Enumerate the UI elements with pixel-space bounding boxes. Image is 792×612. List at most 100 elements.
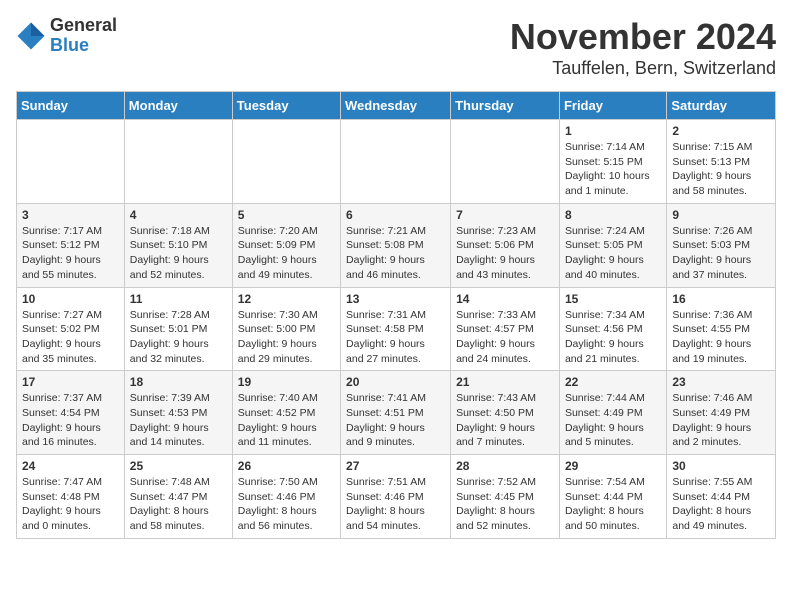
calendar-cell: 21 Sunrise: 7:43 AM Sunset: 4:50 PM Dayli… xyxy=(451,371,560,455)
logo-general: General xyxy=(50,16,117,36)
weekday-header: Tuesday xyxy=(232,92,340,120)
calendar-cell: 29Sunrise: 7:54 AM Sunset: 4:44 PM Dayli… xyxy=(559,455,666,539)
day-info: Sunrise: 7:50 AM Sunset: 4:46 PM Dayligh… xyxy=(238,475,335,534)
calendar-cell: 26Sunrise: 7:50 AM Sunset: 4:46 PM Dayli… xyxy=(232,455,340,539)
day-number: 24 xyxy=(22,459,119,473)
calendar-week-row: 3 Sunrise: 7:17 AM Sunset: 5:12 PM Daylig… xyxy=(17,203,776,287)
logo-blue: Blue xyxy=(50,36,117,56)
day-info: Sunrise: 7:17 AM Sunset: 5:12 PM Dayligh… xyxy=(22,224,119,283)
calendar-header-row: SundayMondayTuesdayWednesdayThursdayFrid… xyxy=(17,92,776,120)
calendar-cell: 12Sunrise: 7:30 AM Sunset: 5:00 PM Dayli… xyxy=(232,287,340,371)
calendar-cell: 23 Sunrise: 7:46 AM Sunset: 4:49 PM Dayli… xyxy=(667,371,776,455)
location-title: Tauffelen, Bern, Switzerland xyxy=(510,58,776,79)
calendar-cell: 22 Sunrise: 7:44 AM Sunset: 4:49 PM Dayli… xyxy=(559,371,666,455)
calendar-cell: 17 Sunrise: 7:37 AM Sunset: 4:54 PM Dayli… xyxy=(17,371,125,455)
calendar-cell: 7 Sunrise: 7:23 AM Sunset: 5:06 PM Daylig… xyxy=(451,203,560,287)
calendar: SundayMondayTuesdayWednesdayThursdayFrid… xyxy=(16,91,776,539)
calendar-cell: 6 Sunrise: 7:21 AM Sunset: 5:08 PM Daylig… xyxy=(341,203,451,287)
calendar-cell: 24 Sunrise: 7:47 AM Sunset: 4:48 PM Dayli… xyxy=(17,455,125,539)
weekday-header: Monday xyxy=(124,92,232,120)
day-info: Sunrise: 7:15 AM Sunset: 5:13 PM Dayligh… xyxy=(672,140,770,199)
day-info: Sunrise: 7:33 AM Sunset: 4:57 PM Dayligh… xyxy=(456,308,554,367)
calendar-cell xyxy=(17,120,125,204)
day-info: Sunrise: 7:34 AM Sunset: 4:56 PM Dayligh… xyxy=(565,308,661,367)
calendar-cell xyxy=(451,120,560,204)
day-info: Sunrise: 7:41 AM Sunset: 4:51 PM Dayligh… xyxy=(346,391,445,450)
day-number: 1 xyxy=(565,124,661,138)
calendar-cell: 10 Sunrise: 7:27 AM Sunset: 5:02 PM Dayli… xyxy=(17,287,125,371)
day-info: Sunrise: 7:21 AM Sunset: 5:08 PM Dayligh… xyxy=(346,224,445,283)
day-info: Sunrise: 7:47 AM Sunset: 4:48 PM Dayligh… xyxy=(22,475,119,534)
day-number: 11 xyxy=(130,292,227,306)
calendar-cell: 16Sunrise: 7:36 AM Sunset: 4:55 PM Dayli… xyxy=(667,287,776,371)
calendar-cell: 3 Sunrise: 7:17 AM Sunset: 5:12 PM Daylig… xyxy=(17,203,125,287)
calendar-cell: 5 Sunrise: 7:20 AM Sunset: 5:09 PM Daylig… xyxy=(232,203,340,287)
day-info: Sunrise: 7:18 AM Sunset: 5:10 PM Dayligh… xyxy=(130,224,227,283)
day-info: Sunrise: 7:28 AM Sunset: 5:01 PM Dayligh… xyxy=(130,308,227,367)
weekday-header: Thursday xyxy=(451,92,560,120)
day-info: Sunrise: 7:51 AM Sunset: 4:46 PM Dayligh… xyxy=(346,475,445,534)
day-number: 5 xyxy=(238,208,335,222)
calendar-week-row: 24 Sunrise: 7:47 AM Sunset: 4:48 PM Dayli… xyxy=(17,455,776,539)
logo-icon xyxy=(16,21,46,51)
day-info: Sunrise: 7:23 AM Sunset: 5:06 PM Dayligh… xyxy=(456,224,554,283)
day-number: 28 xyxy=(456,459,554,473)
day-number: 17 xyxy=(22,375,119,389)
weekday-header: Sunday xyxy=(17,92,125,120)
day-info: Sunrise: 7:14 AM Sunset: 5:15 PM Dayligh… xyxy=(565,140,661,199)
calendar-cell: 18Sunrise: 7:39 AM Sunset: 4:53 PM Dayli… xyxy=(124,371,232,455)
day-info: Sunrise: 7:39 AM Sunset: 4:53 PM Dayligh… xyxy=(130,391,227,450)
calendar-cell: 27 Sunrise: 7:51 AM Sunset: 4:46 PM Dayli… xyxy=(341,455,451,539)
day-number: 27 xyxy=(346,459,445,473)
calendar-cell: 28 Sunrise: 7:52 AM Sunset: 4:45 PM Dayli… xyxy=(451,455,560,539)
day-info: Sunrise: 7:24 AM Sunset: 5:05 PM Dayligh… xyxy=(565,224,661,283)
day-number: 6 xyxy=(346,208,445,222)
day-number: 23 xyxy=(672,375,770,389)
day-number: 7 xyxy=(456,208,554,222)
day-info: Sunrise: 7:48 AM Sunset: 4:47 PM Dayligh… xyxy=(130,475,227,534)
month-title: November 2024 xyxy=(510,16,776,58)
day-info: Sunrise: 7:31 AM Sunset: 4:58 PM Dayligh… xyxy=(346,308,445,367)
day-info: Sunrise: 7:52 AM Sunset: 4:45 PM Dayligh… xyxy=(456,475,554,534)
day-info: Sunrise: 7:27 AM Sunset: 5:02 PM Dayligh… xyxy=(22,308,119,367)
calendar-cell: 8 Sunrise: 7:24 AM Sunset: 5:05 PM Daylig… xyxy=(559,203,666,287)
day-info: Sunrise: 7:46 AM Sunset: 4:49 PM Dayligh… xyxy=(672,391,770,450)
calendar-cell xyxy=(232,120,340,204)
logo: General Blue xyxy=(16,16,117,56)
day-number: 2 xyxy=(672,124,770,138)
day-number: 15 xyxy=(565,292,661,306)
day-info: Sunrise: 7:44 AM Sunset: 4:49 PM Dayligh… xyxy=(565,391,661,450)
day-info: Sunrise: 7:20 AM Sunset: 5:09 PM Dayligh… xyxy=(238,224,335,283)
day-number: 13 xyxy=(346,292,445,306)
calendar-cell: 20Sunrise: 7:41 AM Sunset: 4:51 PM Dayli… xyxy=(341,371,451,455)
day-info: Sunrise: 7:43 AM Sunset: 4:50 PM Dayligh… xyxy=(456,391,554,450)
logo-text: General Blue xyxy=(50,16,117,56)
day-number: 9 xyxy=(672,208,770,222)
day-number: 3 xyxy=(22,208,119,222)
calendar-cell: 25Sunrise: 7:48 AM Sunset: 4:47 PM Dayli… xyxy=(124,455,232,539)
calendar-cell: 30 Sunrise: 7:55 AM Sunset: 4:44 PM Dayli… xyxy=(667,455,776,539)
title-area: November 2024 Tauffelen, Bern, Switzerla… xyxy=(510,16,776,79)
calendar-cell xyxy=(341,120,451,204)
day-info: Sunrise: 7:30 AM Sunset: 5:00 PM Dayligh… xyxy=(238,308,335,367)
day-number: 30 xyxy=(672,459,770,473)
calendar-cell: 14Sunrise: 7:33 AM Sunset: 4:57 PM Dayli… xyxy=(451,287,560,371)
header: General Blue November 2024 Tauffelen, Be… xyxy=(16,16,776,79)
calendar-cell: 11 Sunrise: 7:28 AM Sunset: 5:01 PM Dayli… xyxy=(124,287,232,371)
weekday-header: Friday xyxy=(559,92,666,120)
day-number: 10 xyxy=(22,292,119,306)
day-number: 21 xyxy=(456,375,554,389)
day-number: 22 xyxy=(565,375,661,389)
calendar-cell xyxy=(124,120,232,204)
calendar-cell: 19Sunrise: 7:40 AM Sunset: 4:52 PM Dayli… xyxy=(232,371,340,455)
calendar-week-row: 17 Sunrise: 7:37 AM Sunset: 4:54 PM Dayli… xyxy=(17,371,776,455)
calendar-cell: 15 Sunrise: 7:34 AM Sunset: 4:56 PM Dayli… xyxy=(559,287,666,371)
day-info: Sunrise: 7:55 AM Sunset: 4:44 PM Dayligh… xyxy=(672,475,770,534)
day-number: 8 xyxy=(565,208,661,222)
day-number: 29 xyxy=(565,459,661,473)
day-info: Sunrise: 7:37 AM Sunset: 4:54 PM Dayligh… xyxy=(22,391,119,450)
calendar-week-row: 1 Sunrise: 7:14 AM Sunset: 5:15 PM Daylig… xyxy=(17,120,776,204)
day-number: 4 xyxy=(130,208,227,222)
weekday-header: Wednesday xyxy=(341,92,451,120)
calendar-cell: 2 Sunrise: 7:15 AM Sunset: 5:13 PM Daylig… xyxy=(667,120,776,204)
